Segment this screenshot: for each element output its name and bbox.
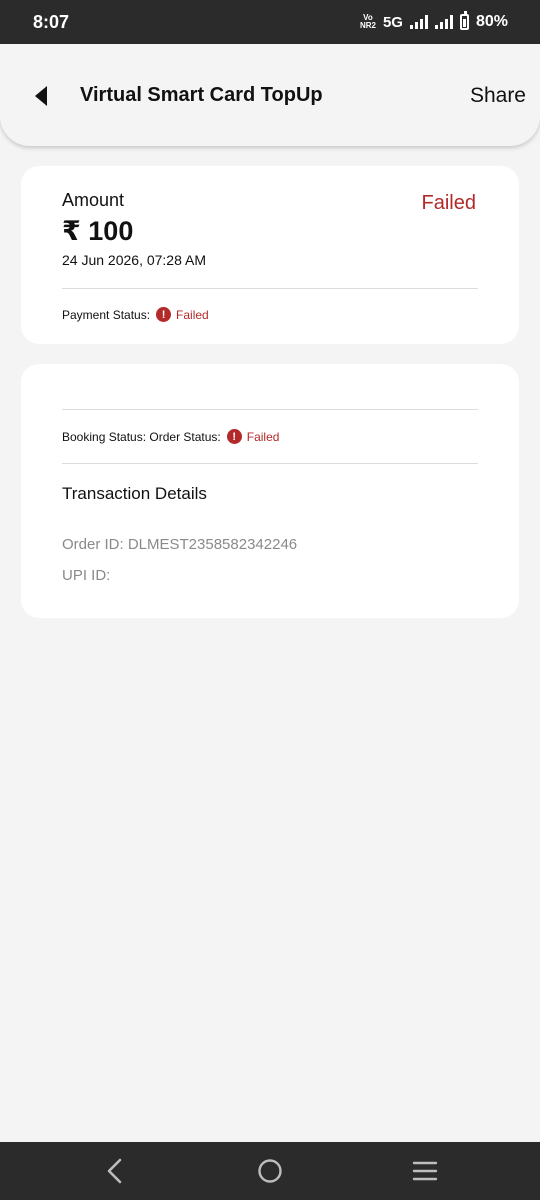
order-id: Order ID: DLMEST2358582342246 xyxy=(62,536,298,553)
payment-status-row: Payment Status: ! Failed xyxy=(62,307,209,322)
status-icons: Vo NR2 5G 80% xyxy=(359,11,508,31)
back-button[interactable] xyxy=(34,86,50,106)
divider xyxy=(62,409,478,410)
network-type: 5G xyxy=(382,13,403,31)
amount-value: ₹ 100 xyxy=(62,216,134,246)
page-title: Virtual Smart Card TopUp xyxy=(80,84,323,106)
battery-icon xyxy=(459,11,469,30)
system-nav-bar xyxy=(0,1142,540,1200)
chevron-left-icon xyxy=(107,1158,122,1184)
signal-icon xyxy=(409,15,428,29)
circle-home-icon xyxy=(258,1159,282,1183)
booking-status-label: Booking Status: Order Status: xyxy=(62,429,221,444)
upi-id: UPI ID: xyxy=(62,567,111,584)
signal-icon-2 xyxy=(434,15,453,29)
hamburger-icon xyxy=(412,1161,438,1181)
transaction-date: 24 Jun 2026, 07:28 AM xyxy=(62,252,206,268)
share-button[interactable]: Share xyxy=(470,84,526,108)
back-triangle-icon xyxy=(35,86,47,106)
amount-card: Amount ₹ 100 24 Jun 2026, 07:28 AM Faile… xyxy=(21,166,519,344)
nav-menu-button[interactable] xyxy=(412,1158,438,1189)
alert-icon: ! xyxy=(156,307,172,322)
booking-status-value: Failed xyxy=(246,429,280,444)
details-card: Booking Status: Order Status: ! Failed T… xyxy=(21,364,519,618)
status-badge: Failed xyxy=(421,192,476,214)
booking-status-row: Booking Status: Order Status: ! Failed xyxy=(62,429,279,444)
divider xyxy=(62,463,478,464)
payment-status-label: Payment Status: xyxy=(62,307,151,322)
payment-status-value: Failed xyxy=(176,307,209,322)
volte-indicator: Vo NR2 xyxy=(359,13,376,30)
divider xyxy=(62,288,478,289)
alert-icon: ! xyxy=(226,429,242,444)
status-time: 8:07 xyxy=(33,11,70,32)
status-bar: 8:07 Vo NR2 5G 80% xyxy=(0,0,540,44)
transaction-details-title: Transaction Details xyxy=(62,484,207,503)
amount-label: Amount xyxy=(62,190,125,210)
app-header: Virtual Smart Card TopUp Share xyxy=(0,44,540,146)
nav-back-button[interactable] xyxy=(104,1158,124,1189)
nav-home-button[interactable] xyxy=(257,1158,283,1189)
battery-percent: 80% xyxy=(475,13,508,30)
